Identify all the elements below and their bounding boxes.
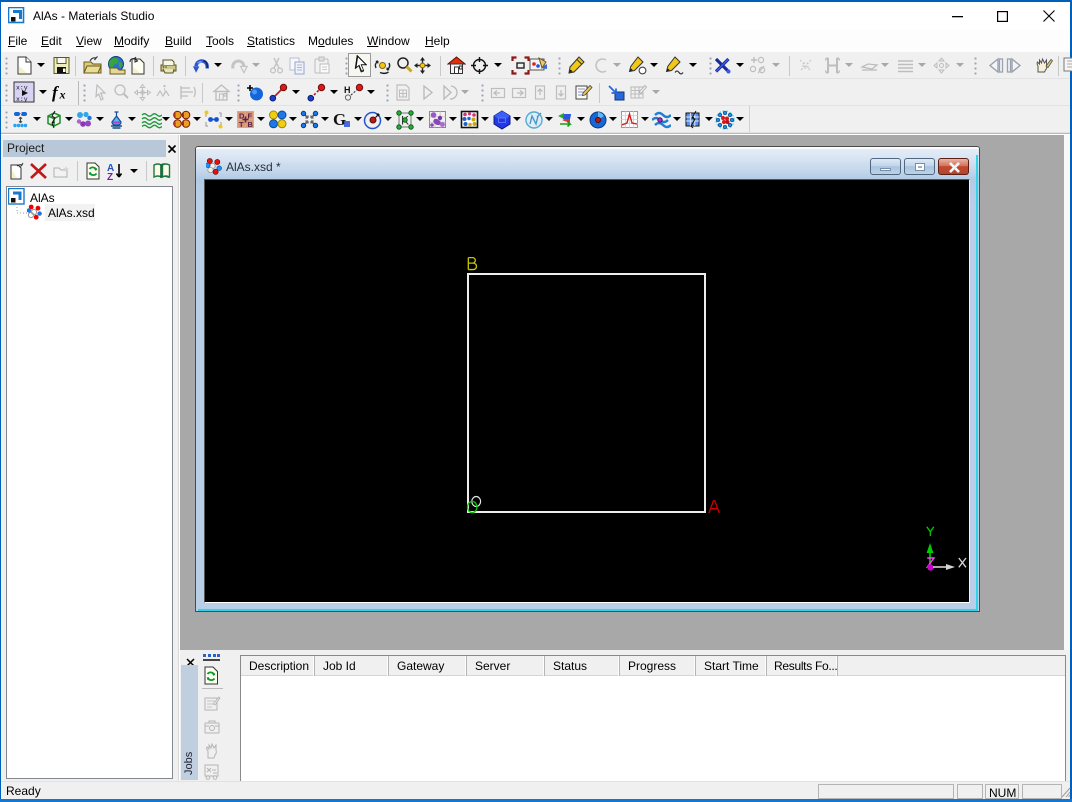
svg-text:x: x bbox=[59, 88, 66, 102]
svg-text:Z: Z bbox=[107, 172, 113, 181]
svg-text:H: H bbox=[344, 85, 351, 95]
svg-text:x:y: x:y bbox=[16, 96, 28, 103]
svg-text:x:y: x:y bbox=[16, 85, 28, 92]
svg-text:B: B bbox=[248, 120, 254, 129]
svg-text:T: T bbox=[239, 120, 244, 129]
